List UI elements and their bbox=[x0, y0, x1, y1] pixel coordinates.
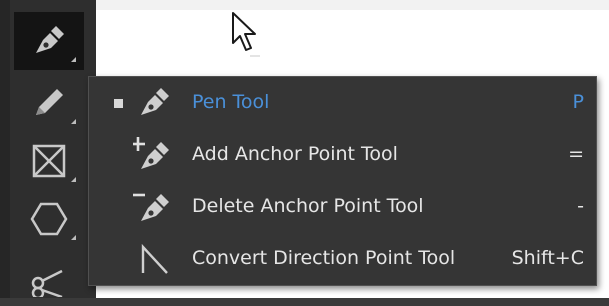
pen-tools-flyout-menu: Pen Tool P Add Anchor Point Tool = Delet… bbox=[88, 76, 597, 286]
menu-item-shortcut: P bbox=[572, 91, 584, 113]
pen-icon bbox=[36, 26, 64, 53]
pen-tool-button[interactable] bbox=[14, 12, 84, 70]
menu-item-add-anchor-point-tool[interactable]: Add Anchor Point Tool = bbox=[89, 129, 596, 181]
polygon-tool-button[interactable] bbox=[14, 190, 84, 248]
polygon-icon bbox=[30, 202, 68, 236]
tool-group-indicator bbox=[71, 119, 76, 124]
tool-group-indicator bbox=[71, 57, 76, 62]
menu-item-label: Add Anchor Point Tool bbox=[192, 143, 398, 165]
menu-item-convert-direction-point-tool[interactable]: Convert Direction Point Tool Shift+C bbox=[89, 233, 596, 285]
rectangle-frame-tool-button[interactable] bbox=[14, 132, 84, 190]
menu-item-label: Pen Tool bbox=[192, 91, 270, 113]
menu-item-shortcut: Shift+C bbox=[511, 247, 584, 269]
tools-panel-edge bbox=[0, 0, 10, 298]
convert-direction-point-icon bbox=[141, 243, 168, 274]
tool-group-indicator bbox=[71, 235, 76, 240]
menu-item-shortcut: = bbox=[568, 143, 584, 165]
pen-icon bbox=[141, 88, 169, 115]
add-anchor-point-icon bbox=[133, 137, 169, 169]
selected-tool-bullet bbox=[114, 99, 123, 108]
menu-item-label: Delete Anchor Point Tool bbox=[192, 195, 424, 217]
rectangle-frame-icon bbox=[32, 144, 66, 178]
mouse-pointer-icon bbox=[228, 10, 268, 62]
pencil-tool-button[interactable] bbox=[14, 74, 84, 132]
tools-panel bbox=[0, 0, 96, 298]
delete-anchor-point-icon bbox=[133, 193, 169, 221]
scissors-tool-button[interactable] bbox=[14, 248, 84, 306]
canvas-top-strip bbox=[96, 0, 609, 10]
menu-item-label: Convert Direction Point Tool bbox=[192, 247, 456, 269]
scissors-icon bbox=[31, 269, 63, 297]
tool-group-indicator bbox=[71, 177, 76, 182]
menu-item-delete-anchor-point-tool[interactable]: Delete Anchor Point Tool - bbox=[89, 181, 596, 233]
pencil-icon bbox=[36, 89, 63, 115]
menu-item-shortcut: - bbox=[577, 195, 584, 217]
menu-item-pen-tool[interactable]: Pen Tool P bbox=[89, 77, 596, 129]
